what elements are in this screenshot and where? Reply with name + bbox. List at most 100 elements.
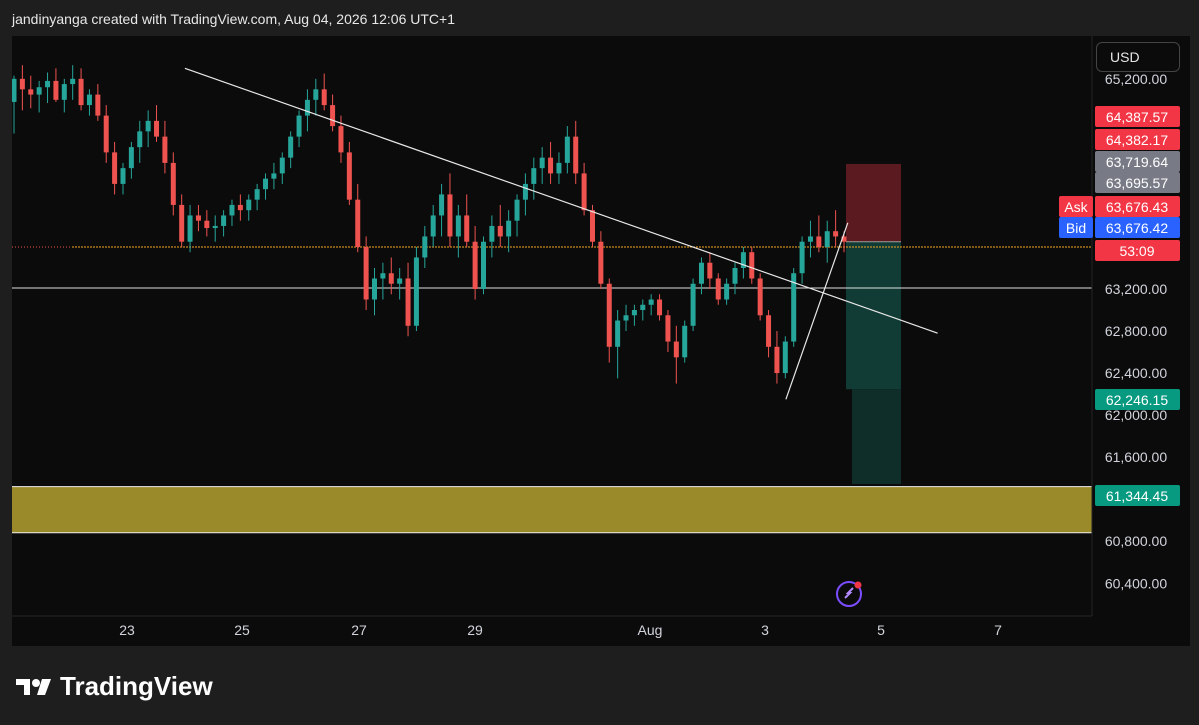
tradingview-logo: TradingView — [16, 671, 213, 702]
price-badge: 63,695.57 — [1095, 172, 1180, 193]
candle-body — [170, 162, 176, 205]
candle-body — [648, 299, 654, 305]
candle-body — [28, 89, 34, 95]
candle-body — [707, 262, 713, 279]
price-badge-value: 64,387.57 — [1106, 109, 1168, 125]
time-tick-label: 3 — [761, 622, 769, 638]
price-badge-value: 53:09 — [1119, 243, 1154, 259]
candle-body — [187, 215, 193, 242]
candle-body — [405, 278, 411, 326]
candle-body — [78, 78, 84, 106]
time-axis: 23 25 27 29 Aug 3 5 7 — [12, 615, 1092, 638]
candle-body — [45, 80, 51, 88]
price-tick-label: 62,400.00 — [1105, 365, 1167, 381]
price-badge-tag-label: Ask — [1064, 199, 1088, 215]
candles-layer — [12, 65, 847, 384]
descending-trendline — [184, 67, 938, 334]
candle-body — [330, 105, 336, 127]
price-badge: 63,719.64 — [1095, 151, 1180, 172]
candle-body — [665, 315, 671, 342]
price-badges: 64,387.57 64,382.17 63,719.64 63,695.57 63,6… — [1059, 106, 1180, 506]
chart-canvas[interactable]: 63,200.0062,800.0062,400.0062,000.0061,6… — [12, 36, 1190, 646]
candle-body — [539, 157, 545, 169]
candle-body — [480, 241, 486, 289]
time-tick-label: 23 — [119, 622, 135, 638]
price-tick-label: 61,600.00 — [1105, 449, 1167, 465]
price-badge-value: 64,382.17 — [1106, 132, 1168, 148]
time-tick-label: 29 — [467, 622, 483, 638]
candle-body — [506, 220, 512, 237]
candle-body — [657, 299, 663, 316]
price-badge: 63,676.42 Bid — [1059, 217, 1180, 238]
candle-body — [514, 199, 520, 221]
price-badge: 53:09 — [1095, 240, 1180, 261]
candle-body — [221, 215, 227, 226]
candle-body — [564, 136, 570, 163]
candle-body — [573, 136, 579, 174]
candle-body — [154, 120, 160, 137]
price-tick-label: 62,800.00 — [1105, 323, 1167, 339]
candle-body — [103, 115, 109, 153]
tradingview-logo-icon — [16, 678, 51, 695]
candle-body — [581, 173, 587, 211]
candle-body — [346, 152, 352, 200]
candle-body — [271, 173, 277, 179]
candle-body — [606, 283, 612, 347]
candle-body — [162, 136, 168, 163]
candle-body — [355, 199, 361, 247]
candle-body — [288, 136, 294, 158]
candle-body — [61, 84, 67, 100]
candle-body — [749, 252, 755, 279]
candle-body — [296, 115, 302, 137]
candle-body — [615, 320, 621, 347]
price-tick-label: 65,200.00 — [1105, 71, 1167, 87]
candle-body — [338, 126, 344, 153]
price-tick-label: 63,200.00 — [1105, 281, 1167, 297]
price-badge-value: 62,246.15 — [1106, 392, 1168, 408]
candle-body — [112, 152, 118, 184]
candle-body — [682, 325, 688, 358]
candle-body — [145, 120, 151, 132]
candle-body — [623, 315, 629, 321]
candle-body — [372, 278, 378, 300]
price-badge: 64,387.57 — [1095, 106, 1180, 127]
price-tick-label: 60,800.00 — [1105, 533, 1167, 549]
assistant-icon[interactable] — [836, 581, 862, 607]
candle-body — [195, 215, 201, 221]
chart-frame[interactable]: 63,200.00 62,800.00 62,400.00 62,000.00 61,6… — [12, 36, 1190, 646]
take-profit-zone-2 — [852, 389, 901, 484]
candle-body — [388, 273, 394, 284]
candle-body — [229, 204, 235, 216]
candle-body — [53, 80, 59, 100]
currency-selector[interactable]: USD — [1096, 42, 1180, 72]
candle-body — [19, 78, 25, 90]
candle-body — [774, 346, 780, 374]
price-badge-value: 61,344.45 — [1106, 488, 1168, 504]
tradingview-brand-text: TradingView — [60, 671, 213, 701]
candle-body — [640, 304, 646, 311]
candle-body — [447, 194, 453, 237]
candle-body — [782, 341, 788, 374]
candle-body — [204, 220, 210, 229]
take-profit-zone-1 — [846, 241, 901, 390]
candle-body — [279, 157, 285, 174]
candle-body — [95, 94, 101, 116]
demand-zone — [12, 486, 1092, 533]
candle-body — [70, 78, 76, 85]
candle-body — [36, 87, 42, 95]
candle-body — [263, 178, 269, 190]
candle-body — [799, 241, 805, 274]
time-tick-label: 5 — [877, 622, 885, 638]
price-badge-value: 63,719.64 — [1106, 154, 1168, 170]
candle-body — [237, 204, 243, 211]
candle-body — [464, 215, 470, 242]
candle-body — [824, 231, 830, 247]
candle-body — [86, 94, 92, 106]
candle-body — [807, 236, 813, 242]
candle-body — [715, 278, 721, 300]
candle-body — [439, 194, 445, 216]
candle-body — [816, 236, 822, 247]
price-badge: 63,676.43 Ask — [1059, 196, 1180, 217]
zones-layer — [12, 163, 1092, 534]
candle-body — [254, 189, 260, 200]
